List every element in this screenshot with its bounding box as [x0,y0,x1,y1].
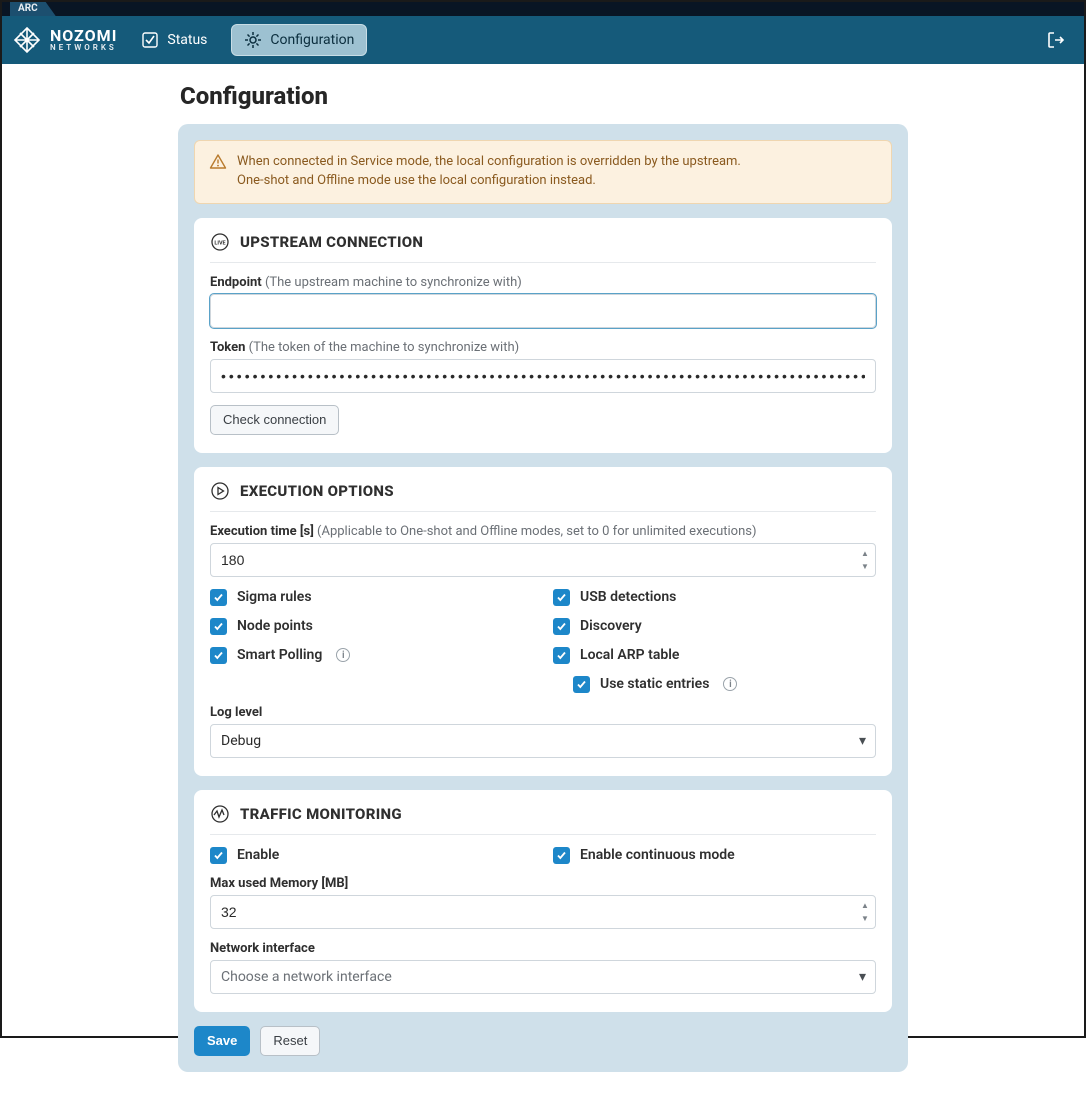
cb-continuous-mode[interactable]: Enable continuous mode [553,847,876,864]
gear-icon [244,31,262,49]
cb-node-points[interactable]: Node points [210,618,533,635]
config-panel: When connected in Service mode, the loca… [178,124,908,1072]
checkbox-checked-icon [210,618,227,635]
exec-time-input[interactable] [210,543,876,577]
checkbox-checked-icon [553,647,570,664]
cb-smart-polling[interactable]: Smart Pollingi [210,647,533,664]
checkbox-checked-icon [553,847,570,864]
loglevel-label: Log level [210,705,876,720]
reset-button[interactable]: Reset [260,1026,320,1056]
chevron-up-icon: ▲ [858,899,872,912]
nav-status-label: Status [167,32,207,48]
footer-actions: Save Reset [194,1026,892,1056]
cb-sigma-rules[interactable]: Sigma rules [210,589,533,606]
max-memory-label: Max used Memory [MB] [210,876,876,891]
card-upstream: LIVE UPSTREAM CONNECTION Endpoint (The u… [194,218,892,453]
cb-discovery[interactable]: Discovery [553,618,876,635]
checkbox-checked-icon [553,618,570,635]
page-title: Configuration [180,82,908,110]
brand-name: NOZOMI [50,28,117,44]
warning-line1: When connected in Service mode, the loca… [237,153,741,172]
check-connection-button[interactable]: Check connection [210,405,339,435]
card-execution: EXECUTION OPTIONS Execution time [s] (Ap… [194,467,892,776]
cb-usb-detections[interactable]: USB detections [553,589,876,606]
network-interface-select[interactable]: Choose a network interface [210,960,876,994]
chevron-down-icon: ▼ [858,560,872,573]
chevron-down-icon: ▼ [858,912,872,925]
endpoint-label: Endpoint (The upstream machine to synchr… [210,275,876,290]
info-icon[interactable]: i [336,648,350,662]
brand-mark-icon [12,25,42,55]
nav-status[interactable]: Status [129,24,219,56]
network-interface-label: Network interface [210,941,876,956]
play-circle-icon [210,481,230,501]
live-icon: LIVE [210,232,230,252]
card-traffic: TRAFFIC MONITORING Enable Enable continu… [194,790,892,1012]
token-label: Token (The token of the machine to synch… [210,340,876,355]
nav-configuration-label: Configuration [270,32,354,48]
logout-icon [1046,30,1066,50]
exec-time-label: Execution time [s] (Applicable to One-sh… [210,524,876,539]
checkbox-checked-icon [210,647,227,664]
status-icon [141,31,159,49]
logout-button[interactable] [1046,30,1066,50]
checkbox-checked-icon [573,676,590,693]
chevron-up-icon: ▲ [858,547,872,560]
cb-local-arp[interactable]: Local ARP table [553,647,876,664]
navbar: NOZOMI NETWORKS Status Configuration [2,16,1084,64]
cb-traffic-enable[interactable]: Enable [210,847,533,864]
app-tag: ARC [10,2,56,16]
endpoint-input[interactable] [210,294,876,328]
token-input[interactable] [210,359,876,393]
loglevel-select[interactable]: Debug [210,724,876,758]
brand-sub: NETWORKS [50,44,117,52]
nav-configuration[interactable]: Configuration [231,24,367,56]
checkbox-checked-icon [553,589,570,606]
warning-line2: One-shot and Offline mode use the local … [237,172,741,191]
activity-icon [210,804,230,824]
brand-logo: NOZOMI NETWORKS [12,25,117,55]
execution-title: EXECUTION OPTIONS [240,482,394,500]
window-top-strip: ARC [2,2,1084,16]
max-memory-stepper[interactable]: ▲▼ [858,899,872,925]
checkbox-checked-icon [210,847,227,864]
svg-text:LIVE: LIVE [214,240,225,246]
info-icon[interactable]: i [723,677,737,691]
upstream-title: UPSTREAM CONNECTION [240,233,423,251]
warning-icon [209,153,227,171]
checkbox-checked-icon [210,589,227,606]
warning-banner: When connected in Service mode, the loca… [194,140,892,204]
max-memory-input[interactable] [210,895,876,929]
exec-time-stepper[interactable]: ▲▼ [858,547,872,573]
save-button[interactable]: Save [194,1026,250,1056]
traffic-title: TRAFFIC MONITORING [240,805,402,823]
cb-use-static-entries[interactable]: Use static entriesi [573,676,876,693]
